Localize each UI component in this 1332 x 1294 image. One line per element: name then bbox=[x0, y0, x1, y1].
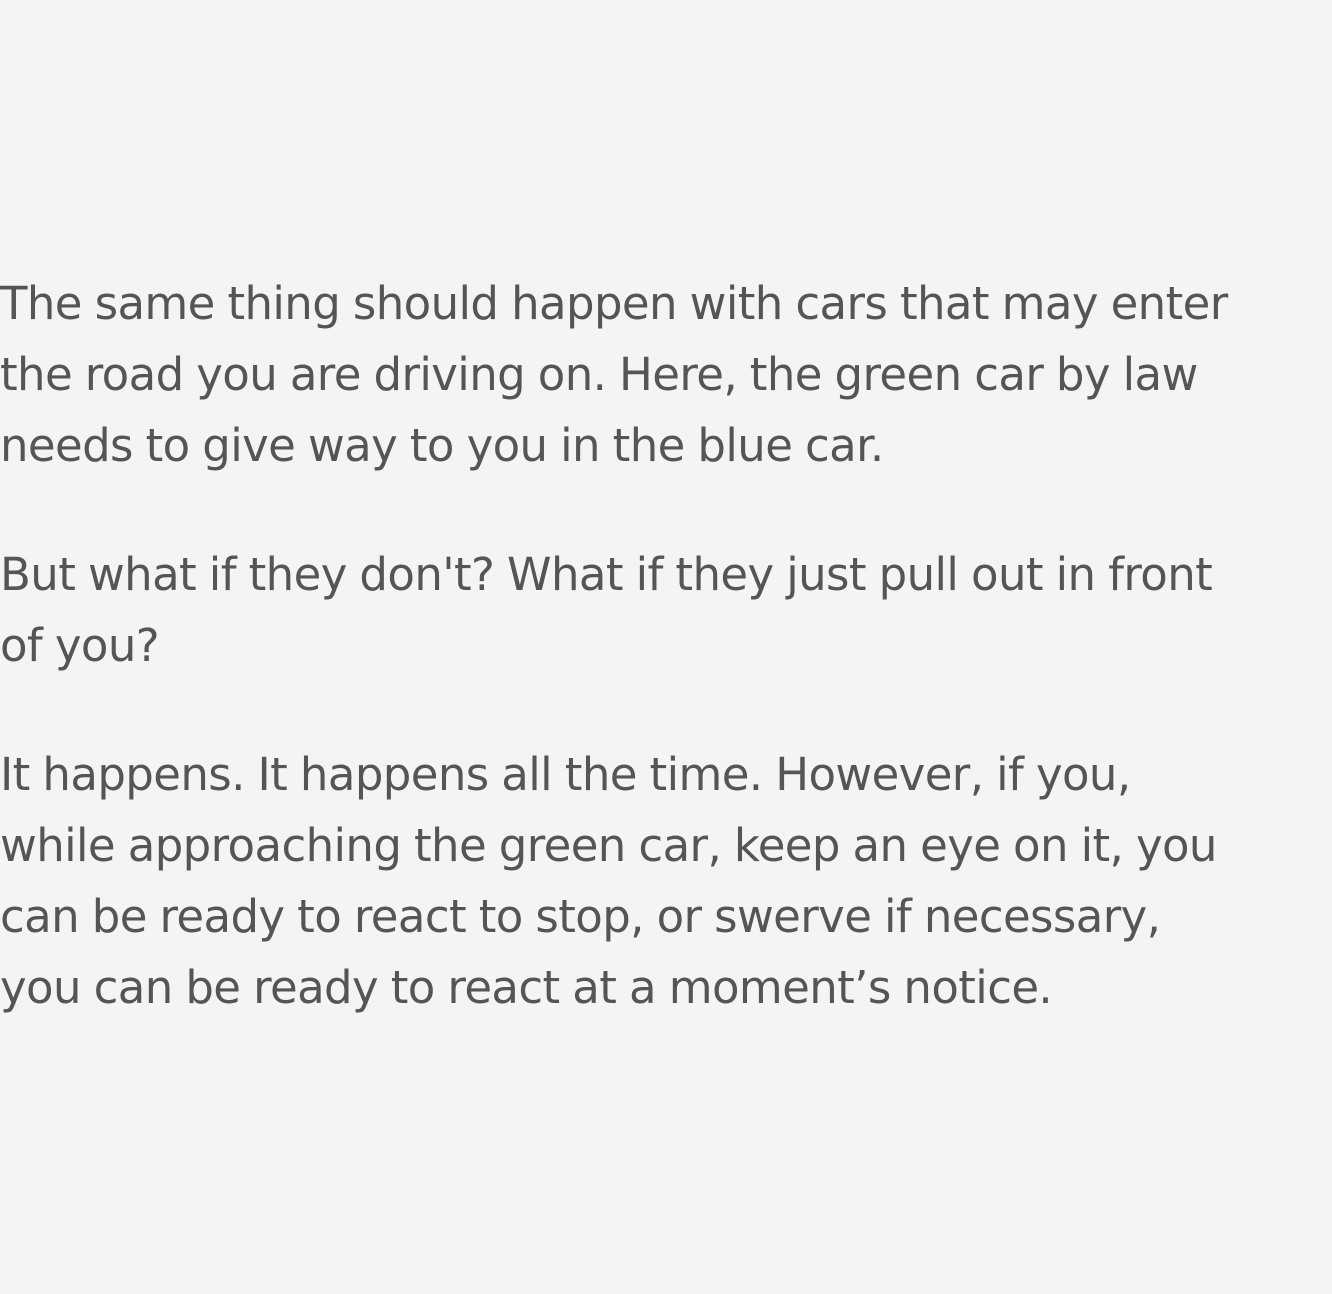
paragraph-3-line-2: while approaching the green car, keep an… bbox=[0, 819, 1217, 872]
paragraph-2-line-2: of you? bbox=[0, 619, 160, 672]
paragraph-1-line-3: needs to give way to you in the blue car… bbox=[0, 419, 884, 472]
paragraph-3-line-1: It happens. It happens all the time. How… bbox=[0, 748, 1131, 801]
paragraph-3-line-4: you can be ready to react at a moment’s … bbox=[0, 961, 1053, 1014]
paragraph-3-line-3: can be ready to react to stop, or swerve… bbox=[0, 890, 1161, 943]
paragraph-1-line-2: the road you are driving on. Here, the g… bbox=[0, 348, 1198, 401]
paragraph-3: It happens. It happens all the time. How… bbox=[0, 739, 1330, 1023]
paragraph-1: The same thing should happen with cars t… bbox=[0, 268, 1330, 481]
paragraph-1-line-1: The same thing should happen with cars t… bbox=[0, 277, 1228, 330]
paragraph-2: But what if they don't? What if they jus… bbox=[0, 539, 1330, 681]
paragraph-2-line-1: But what if they don't? What if they jus… bbox=[0, 548, 1213, 601]
article-body: The same thing should happen with cars t… bbox=[0, 268, 1330, 1023]
